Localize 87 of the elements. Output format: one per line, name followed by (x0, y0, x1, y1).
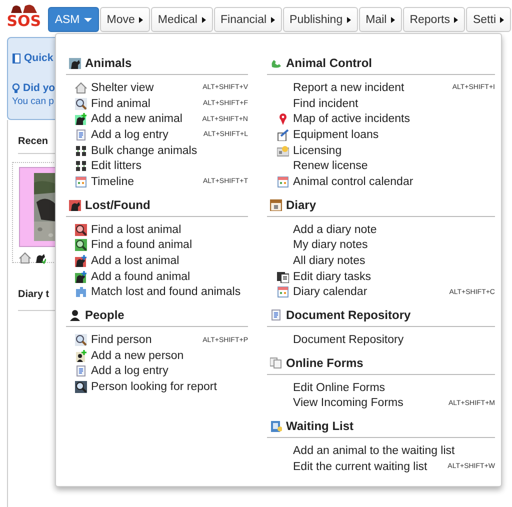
calendar-icon (277, 176, 289, 188)
pet-icon (75, 270, 87, 283)
quick-link[interactable]: Quick (24, 51, 54, 65)
menu-item[interactable]: Add an animal to the waiting list (293, 445, 455, 458)
tasks-icon (277, 270, 289, 283)
menu-item[interactable]: Edit the current waiting list (293, 460, 428, 473)
search-icon (75, 334, 87, 346)
menu-item[interactable]: Equipment loans (293, 128, 379, 141)
menu-item[interactable]: Licensing (293, 144, 342, 157)
menu-item[interactable]: Add a new person (91, 350, 184, 362)
puzzle-icon (75, 286, 87, 298)
search-icon (75, 381, 87, 394)
section-heading: Animals (85, 56, 132, 70)
menu-item[interactable]: Diary calendar (293, 286, 368, 298)
pin-icon (277, 113, 289, 126)
menu-item[interactable]: Shelter view (91, 82, 154, 94)
logo[interactable]: SOS (0, 0, 48, 32)
search-icon (75, 239, 87, 252)
menu-tab[interactable]: ASM (48, 7, 99, 32)
section-heading: Document Repository (286, 308, 411, 322)
section-heading: Animal Control (286, 56, 372, 70)
menu-item[interactable]: Document Repository (293, 334, 404, 346)
house-icon (75, 82, 87, 94)
menu-item[interactable]: Find a found animal (91, 239, 192, 252)
menu-item[interactable]: Person looking for report (91, 381, 217, 394)
house-icon (19, 252, 31, 264)
menu-item[interactable]: Match lost and found animals (91, 286, 241, 298)
menu-item[interactable]: Map of active incidents (293, 113, 410, 126)
menu-item[interactable]: My diary notes (293, 239, 368, 252)
section-heading: Waiting List (286, 419, 354, 434)
person-icon (69, 309, 81, 322)
menu-tab[interactable]: Mail (358, 7, 402, 32)
notebook-icon (270, 420, 282, 432)
phone-icon (270, 57, 282, 69)
book-icon (12, 52, 21, 64)
calendar-icon (277, 286, 289, 298)
document-icon (75, 365, 87, 378)
person-icon (75, 350, 87, 362)
tip-title: Did yo (23, 81, 56, 95)
menu-item[interactable]: Renew license (293, 160, 368, 172)
section-heading: Lost/Found (85, 198, 150, 212)
pet-icon (75, 113, 87, 126)
menu-item[interactable]: Animal control calendar (293, 176, 414, 188)
menu-item[interactable]: Timeline (91, 176, 134, 188)
menu-item[interactable]: Add a diary note (293, 224, 377, 236)
section-heading: People (85, 308, 124, 322)
menu-item[interactable]: Find person (91, 334, 152, 346)
menu-item[interactable]: Edit Online Forms (293, 382, 386, 394)
section-heading: Diary (286, 198, 316, 212)
menu-item[interactable]: Edit litters (91, 160, 142, 172)
checklist-icon (277, 128, 289, 141)
pet-icon (69, 198, 81, 211)
menu-tab[interactable]: Move (100, 7, 150, 32)
documents-icon (270, 356, 282, 369)
calendar-icon (75, 176, 87, 188)
menu-item[interactable]: Report a new incident (293, 82, 404, 94)
grid-icon (75, 160, 87, 172)
menu-item[interactable]: View Incoming Forms (293, 397, 404, 410)
menu-item[interactable]: Add a found animal (91, 270, 190, 283)
menu-item[interactable]: Edit diary tasks (293, 270, 371, 283)
pet-icon (69, 57, 81, 69)
lightbulb-icon (12, 82, 20, 94)
document-icon (270, 309, 282, 322)
menu-tab[interactable]: Financial (214, 7, 282, 32)
pet-icon (34, 252, 46, 264)
menu-item[interactable]: Add a log entry (91, 365, 168, 378)
menu-item[interactable]: Add a lost animal (91, 255, 180, 268)
menu-tab[interactable]: Medical (150, 7, 212, 32)
menu-tab[interactable]: Reports (402, 7, 465, 32)
menu-item[interactable]: Find animal (91, 98, 150, 110)
section-heading: Online Forms (286, 356, 364, 370)
pet-icon (75, 255, 87, 268)
search-icon (75, 98, 87, 110)
search-icon (75, 224, 87, 236)
menu-item[interactable]: Find incident (293, 98, 358, 110)
document-icon (75, 128, 87, 141)
menu-item[interactable]: All diary notes (293, 255, 366, 268)
menu-item[interactable]: Find a lost animal (91, 224, 182, 236)
menu-item[interactable]: Bulk change animals (91, 144, 198, 157)
menu-item[interactable]: Add a log entry (91, 128, 168, 141)
card-icon (277, 144, 289, 157)
menu-tab[interactable]: Setti (466, 7, 511, 32)
calendar-icon (270, 198, 282, 211)
grid-icon (75, 144, 87, 157)
menu-tab[interactable]: Publishing (282, 7, 358, 32)
menu-item[interactable]: Add a new animal (91, 113, 182, 126)
tip-text: You can p (12, 95, 55, 108)
